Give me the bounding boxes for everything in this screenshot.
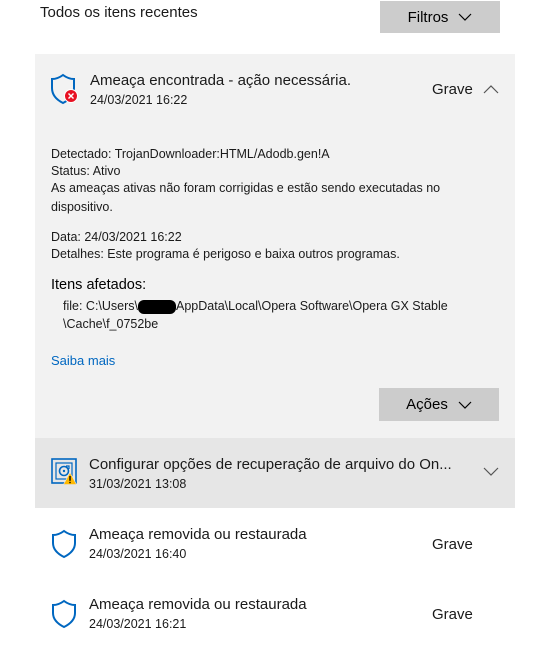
warning-icon bbox=[63, 472, 77, 485]
redacted-username bbox=[138, 299, 177, 314]
recovery-options-item[interactable] bbox=[35, 438, 515, 508]
chevron-down-icon bbox=[458, 13, 472, 21]
shield-icon bbox=[52, 529, 76, 559]
recovery-item-date: 31/03/2021 13:08 bbox=[89, 477, 187, 491]
date-line: Data: 24/03/2021 16:22 bbox=[51, 230, 182, 244]
severity-label: Grave bbox=[432, 536, 473, 553]
affected-file-line-2: \Cache\f_0752be bbox=[63, 317, 159, 331]
recovery-item-title: Configurar opções de recuperação de arqu… bbox=[89, 456, 452, 473]
file-path-prefix: file: C:\Users\ bbox=[63, 299, 139, 313]
history-item-date: 24/03/2021 16:21 bbox=[89, 617, 187, 631]
file-path-rest: AppData\Local\Opera Software\Opera GX St… bbox=[176, 299, 448, 313]
actions-button-label: Ações bbox=[406, 396, 448, 413]
details-line: Detalhes: Este programa é perigoso e bai… bbox=[51, 247, 400, 261]
learn-more-link[interactable]: Saiba mais bbox=[51, 353, 115, 368]
actions-button[interactable]: Ações bbox=[379, 388, 499, 421]
chevron-down-icon bbox=[458, 401, 472, 409]
affected-items-title: Itens afetados: bbox=[51, 277, 147, 293]
threat-date: 24/03/2021 16:22 bbox=[90, 93, 188, 107]
filter-button[interactable]: Filtros bbox=[380, 1, 500, 33]
status-line: Status: Ativo bbox=[51, 164, 121, 178]
affected-file-line-1: file: C:\Users\ AppData\Local\Opera Soft… bbox=[63, 298, 448, 315]
history-item-title: Ameaça removida ou restaurada bbox=[89, 526, 307, 543]
detected-line: Detectado: TrojanDownloader:HTML/Adodb.g… bbox=[51, 147, 330, 161]
shield-icon bbox=[52, 599, 76, 629]
filter-button-label: Filtros bbox=[407, 8, 449, 26]
chevron-up-icon[interactable] bbox=[483, 84, 499, 94]
threat-title: Ameaça encontrada - ação necessária. bbox=[90, 72, 351, 89]
active-message-line-2: dispositivo. bbox=[51, 200, 113, 214]
active-message-line-1: As ameaças ativas não foram corrigidas e… bbox=[51, 181, 441, 195]
severity-label: Grave bbox=[432, 81, 473, 98]
page-title: Todos os itens recentes bbox=[40, 4, 198, 21]
chevron-down-icon[interactable] bbox=[483, 467, 499, 477]
error-badge-icon bbox=[64, 89, 78, 103]
history-item-date: 24/03/2021 16:40 bbox=[89, 547, 187, 561]
severity-label: Grave bbox=[432, 606, 473, 623]
history-item-title: Ameaça removida ou restaurada bbox=[89, 596, 307, 613]
